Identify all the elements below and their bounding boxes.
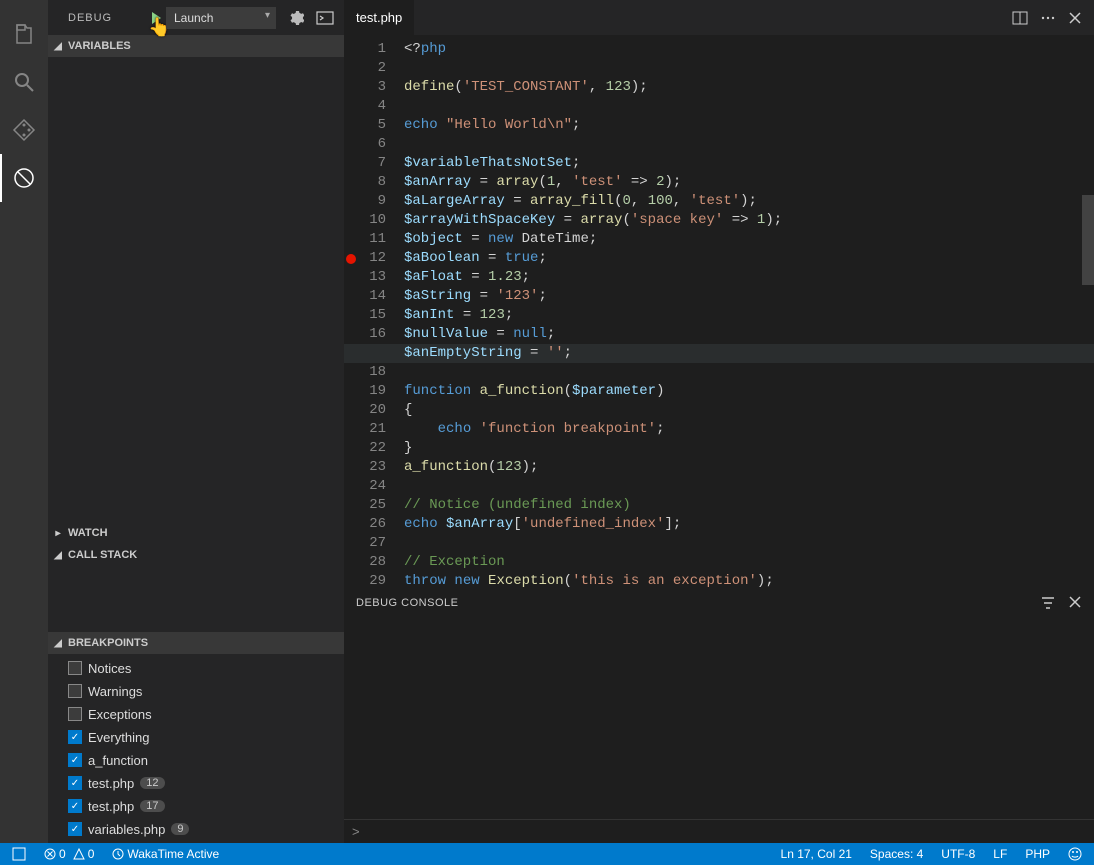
close-icon[interactable] [1068, 595, 1082, 609]
filter-icon[interactable] [1040, 595, 1056, 611]
section-watch[interactable]: ▸WATCH [48, 522, 344, 544]
clock-icon [112, 848, 124, 860]
debug-config-select[interactable]: Launch [166, 7, 276, 29]
breakpoint-item[interactable]: ✓ variables.php 9 [68, 819, 344, 839]
debug-console-panel: DEBUG CONSOLE > [344, 587, 1094, 843]
checkbox[interactable]: ✓ [68, 753, 82, 767]
gear-icon[interactable] [288, 10, 304, 26]
editor-tabs: test.php [344, 0, 1094, 35]
section-callstack[interactable]: ◢CALL STACK [48, 544, 344, 566]
line-badge: 12 [140, 777, 164, 789]
breakpoint-label: test.php [88, 776, 134, 791]
error-icon [44, 848, 56, 860]
checkbox[interactable]: ✓ [68, 776, 82, 790]
breakpoint-label: Notices [88, 661, 131, 676]
checkbox[interactable]: ✓ [68, 822, 82, 836]
breakpoint-item[interactable]: ✓ Everything [68, 727, 344, 747]
checkbox[interactable] [68, 661, 82, 675]
breakpoint-item[interactable]: ✓ test.php 17 [68, 796, 344, 816]
breakpoint-item[interactable]: ✓ test.php 12 [68, 773, 344, 793]
code-editor[interactable]: 1234567891011121314151617181920212223242… [344, 35, 1094, 587]
scrollbar-thumb[interactable] [1082, 195, 1094, 285]
status-eol[interactable]: LF [989, 847, 1011, 861]
warning-icon [73, 848, 85, 860]
breakpoint-label: a_function [88, 753, 148, 768]
breakpoint-item[interactable]: Warnings [68, 681, 344, 701]
status-problems[interactable]: 0 0 [40, 847, 98, 861]
status-cursor-pos[interactable]: Ln 17, Col 21 [777, 847, 856, 861]
editor-area: test.php 1234567891011121314151617181920… [344, 0, 1094, 843]
split-editor-icon[interactable] [1012, 10, 1028, 26]
checkbox[interactable] [68, 707, 82, 721]
checkbox[interactable]: ✓ [68, 730, 82, 744]
status-feedback-icon[interactable] [1064, 847, 1086, 861]
line-badge: 9 [171, 823, 189, 835]
section-variables[interactable]: ◢VARIABLES [48, 35, 344, 57]
breakpoints-list: Notices Warnings Exceptions ✓ Everything ✓ a_f… [48, 654, 344, 843]
status-wakatime[interactable]: WakaTime Active [108, 847, 223, 861]
checkbox[interactable]: ✓ [68, 799, 82, 813]
status-encoding[interactable]: UTF-8 [937, 847, 979, 861]
tab-test-php[interactable]: test.php [344, 0, 415, 35]
breakpoint-label: test.php [88, 799, 134, 814]
activity-debug[interactable] [0, 154, 48, 202]
breakpoint-label: Exceptions [88, 707, 152, 722]
close-icon[interactable] [1068, 11, 1082, 25]
status-indent[interactable]: Spaces: 4 [866, 847, 927, 861]
breakpoint-item[interactable]: Exceptions [68, 704, 344, 724]
activity-bar [0, 0, 48, 843]
breakpoint-label: Everything [88, 730, 149, 745]
status-language[interactable]: PHP [1021, 847, 1054, 861]
line-badge: 17 [140, 800, 164, 812]
breakpoint-dot[interactable] [346, 254, 356, 264]
start-debug-icon[interactable] [148, 10, 164, 26]
panel-title: DEBUG CONSOLE [356, 597, 458, 609]
sidebar-title: DEBUG [68, 12, 112, 24]
activity-search[interactable] [0, 58, 48, 106]
activity-scm[interactable] [0, 106, 48, 154]
checkbox[interactable] [68, 684, 82, 698]
section-breakpoints[interactable]: ◢BREAKPOINTS [48, 632, 344, 654]
status-bar: 0 0 WakaTime Active Ln 17, Col 21 Spaces… [0, 843, 1094, 865]
breakpoint-label: Warnings [88, 684, 142, 699]
activity-explorer[interactable] [0, 10, 48, 58]
breakpoint-item[interactable]: Notices [68, 658, 344, 678]
debug-console-input[interactable]: > [344, 819, 1094, 843]
debug-sidebar: DEBUG 👆 Launch ◢VARIABLES ▸WATCH ◢CALL S… [48, 0, 344, 843]
status-remote-icon[interactable] [8, 847, 30, 861]
breakpoint-item[interactable]: ✓ a_function [68, 750, 344, 770]
breakpoint-label: variables.php [88, 822, 165, 837]
more-icon[interactable] [1040, 10, 1056, 26]
debug-console-icon[interactable] [316, 11, 334, 25]
